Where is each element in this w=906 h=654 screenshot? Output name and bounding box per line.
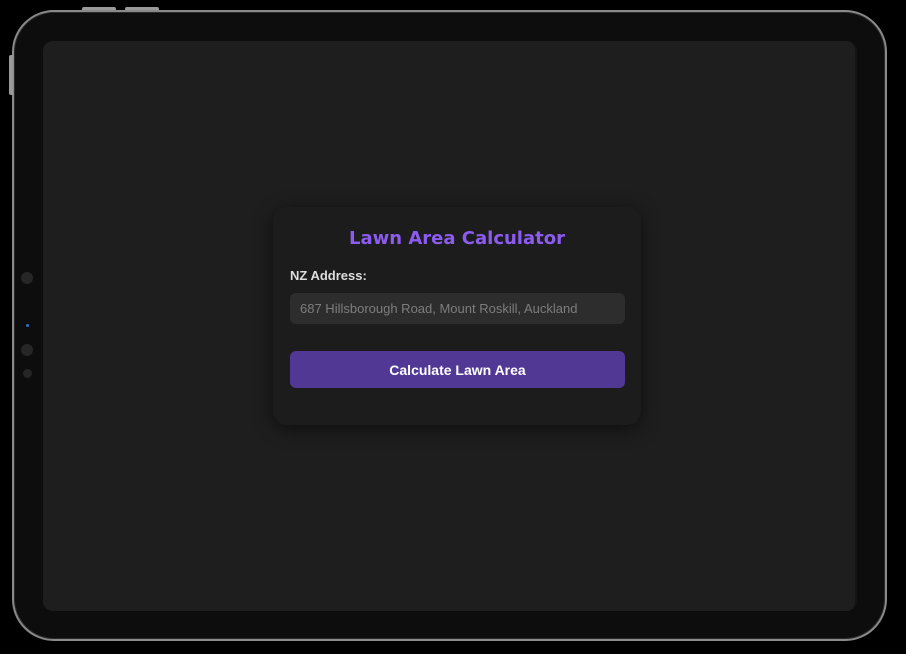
top-hardware-button — [125, 7, 159, 10]
side-hardware-button — [9, 55, 13, 95]
camera-lens-icon — [21, 344, 33, 356]
address-input[interactable] — [290, 293, 625, 324]
camera-indicator-icon — [26, 324, 29, 327]
camera-flash-icon — [23, 369, 32, 378]
calculator-card: Lawn Area Calculator NZ Address: Calcula… — [273, 207, 641, 425]
calculate-lawn-area-button[interactable]: Calculate Lawn Area — [290, 351, 625, 388]
page-title: Lawn Area Calculator — [349, 228, 565, 249]
address-label: NZ Address: — [290, 268, 367, 283]
top-hardware-button — [82, 7, 116, 10]
app-screen: Lawn Area Calculator NZ Address: Calcula… — [43, 41, 857, 611]
camera-sensor-icon — [21, 272, 33, 284]
